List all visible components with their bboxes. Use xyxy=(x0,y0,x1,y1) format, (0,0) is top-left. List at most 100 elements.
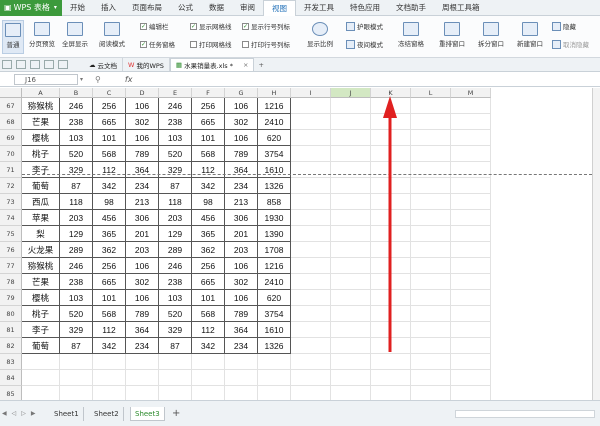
menu-item-6[interactable]: 视图 xyxy=(263,0,296,16)
row-header-77[interactable]: 77 xyxy=(0,258,22,274)
cell-J76[interactable] xyxy=(331,242,371,258)
cell-A80[interactable]: 桃子 xyxy=(22,306,60,322)
check-print-gridlines[interactable]: 打印网格线 xyxy=(190,39,232,49)
cell-A67[interactable]: 猕猴桃 xyxy=(22,98,60,114)
cell-J67[interactable] xyxy=(331,98,371,114)
cell-D80[interactable]: 789 xyxy=(126,306,159,322)
select-all-corner[interactable] xyxy=(0,88,22,98)
cell-G81[interactable]: 364 xyxy=(225,322,258,338)
cell-L69[interactable] xyxy=(411,130,451,146)
arrange-windows-button[interactable]: 重排窗口 xyxy=(434,22,470,48)
cell-D84[interactable] xyxy=(126,370,159,386)
cell-A82[interactable]: 葡萄 xyxy=(22,338,60,354)
cell-E82[interactable]: 87 xyxy=(159,338,192,354)
cell-A85[interactable] xyxy=(22,386,60,400)
cell-D78[interactable]: 302 xyxy=(126,274,159,290)
cell-A69[interactable]: 樱桃 xyxy=(22,130,60,146)
column-header-F[interactable]: F xyxy=(192,88,225,98)
cell-J78[interactable] xyxy=(331,274,371,290)
cell-B77[interactable]: 246 xyxy=(60,258,93,274)
cell-F73[interactable]: 98 xyxy=(192,194,225,210)
cell-I84[interactable] xyxy=(291,370,331,386)
cell-M72[interactable] xyxy=(451,178,491,194)
zoom-button[interactable]: 显示比例 xyxy=(305,22,335,48)
menu-item-0[interactable]: 开始 xyxy=(62,0,93,16)
cell-A70[interactable]: 桃子 xyxy=(22,146,60,162)
cell-G74[interactable]: 306 xyxy=(225,210,258,226)
cell-E83[interactable] xyxy=(159,354,192,370)
cell-B79[interactable]: 103 xyxy=(60,290,93,306)
cell-E75[interactable]: 129 xyxy=(159,226,192,242)
cell-C76[interactable]: 362 xyxy=(93,242,126,258)
row-header-78[interactable]: 78 xyxy=(0,274,22,290)
cell-L78[interactable] xyxy=(411,274,451,290)
cell-M71[interactable] xyxy=(451,162,491,178)
cell-D71[interactable]: 364 xyxy=(126,162,159,178)
cell-D81[interactable]: 364 xyxy=(126,322,159,338)
cell-C69[interactable]: 101 xyxy=(93,130,126,146)
cell-M83[interactable] xyxy=(451,354,491,370)
cell-L71[interactable] xyxy=(411,162,451,178)
cell-F79[interactable]: 101 xyxy=(192,290,225,306)
column-header-L[interactable]: L xyxy=(411,88,451,98)
function-icon[interactable]: fx xyxy=(125,75,133,84)
cell-E81[interactable]: 329 xyxy=(159,322,192,338)
cell-F68[interactable]: 665 xyxy=(192,114,225,130)
column-header-C[interactable]: C xyxy=(93,88,126,98)
cell-F69[interactable]: 101 xyxy=(192,130,225,146)
column-header-M[interactable]: M xyxy=(451,88,491,98)
cell-F83[interactable] xyxy=(192,354,225,370)
cell-M75[interactable] xyxy=(451,226,491,242)
cell-J84[interactable] xyxy=(331,370,371,386)
cell-F72[interactable]: 342 xyxy=(192,178,225,194)
cell-C74[interactable]: 456 xyxy=(93,210,126,226)
cell-B74[interactable]: 203 xyxy=(60,210,93,226)
cell-G76[interactable]: 203 xyxy=(225,242,258,258)
cell-I69[interactable] xyxy=(291,130,331,146)
cell-E69[interactable]: 103 xyxy=(159,130,192,146)
row-header-68[interactable]: 68 xyxy=(0,114,22,130)
menu-item-10[interactable]: 周根工具箱 xyxy=(434,0,488,16)
cell-M76[interactable] xyxy=(451,242,491,258)
sheet-tab-1[interactable]: Sheet1 xyxy=(50,407,84,421)
cell-M82[interactable] xyxy=(451,338,491,354)
cell-F70[interactable]: 568 xyxy=(192,146,225,162)
cell-D69[interactable]: 106 xyxy=(126,130,159,146)
column-header-H[interactable]: H xyxy=(258,88,291,98)
cell-A75[interactable]: 梨 xyxy=(22,226,60,242)
row-header-75[interactable]: 75 xyxy=(0,226,22,242)
page-break-preview-button[interactable]: 分页预览 xyxy=(27,22,57,48)
cell-M77[interactable] xyxy=(451,258,491,274)
cell-C81[interactable]: 112 xyxy=(93,322,126,338)
cell-C84[interactable] xyxy=(93,370,126,386)
cell-G83[interactable] xyxy=(225,354,258,370)
row-header-84[interactable]: 84 xyxy=(0,370,22,386)
cell-D68[interactable]: 302 xyxy=(126,114,159,130)
cell-I80[interactable] xyxy=(291,306,331,322)
cell-I71[interactable] xyxy=(291,162,331,178)
row-header-76[interactable]: 76 xyxy=(0,242,22,258)
menu-item-2[interactable]: 页面布局 xyxy=(124,0,170,16)
cell-F84[interactable] xyxy=(192,370,225,386)
menu-item-9[interactable]: 文档助手 xyxy=(388,0,434,16)
cell-L67[interactable] xyxy=(411,98,451,114)
cell-L84[interactable] xyxy=(411,370,451,386)
cell-L77[interactable] xyxy=(411,258,451,274)
cell-D85[interactable] xyxy=(126,386,159,400)
cell-B78[interactable]: 238 xyxy=(60,274,93,290)
cell-H85[interactable] xyxy=(258,386,291,400)
cell-C71[interactable]: 112 xyxy=(93,162,126,178)
menu-item-4[interactable]: 数据 xyxy=(201,0,232,16)
cell-A68[interactable]: 芒果 xyxy=(22,114,60,130)
cell-L82[interactable] xyxy=(411,338,451,354)
cell-B69[interactable]: 103 xyxy=(60,130,93,146)
cell-H78[interactable]: 2410 xyxy=(258,274,291,290)
cell-E70[interactable]: 520 xyxy=(159,146,192,162)
cell-I85[interactable] xyxy=(291,386,331,400)
cell-E76[interactable]: 289 xyxy=(159,242,192,258)
cell-J81[interactable] xyxy=(331,322,371,338)
cell-I83[interactable] xyxy=(291,354,331,370)
check-task-pane[interactable]: ✓ 任务窗格 xyxy=(140,39,175,49)
cell-H77[interactable]: 1216 xyxy=(258,258,291,274)
cell-M67[interactable] xyxy=(451,98,491,114)
